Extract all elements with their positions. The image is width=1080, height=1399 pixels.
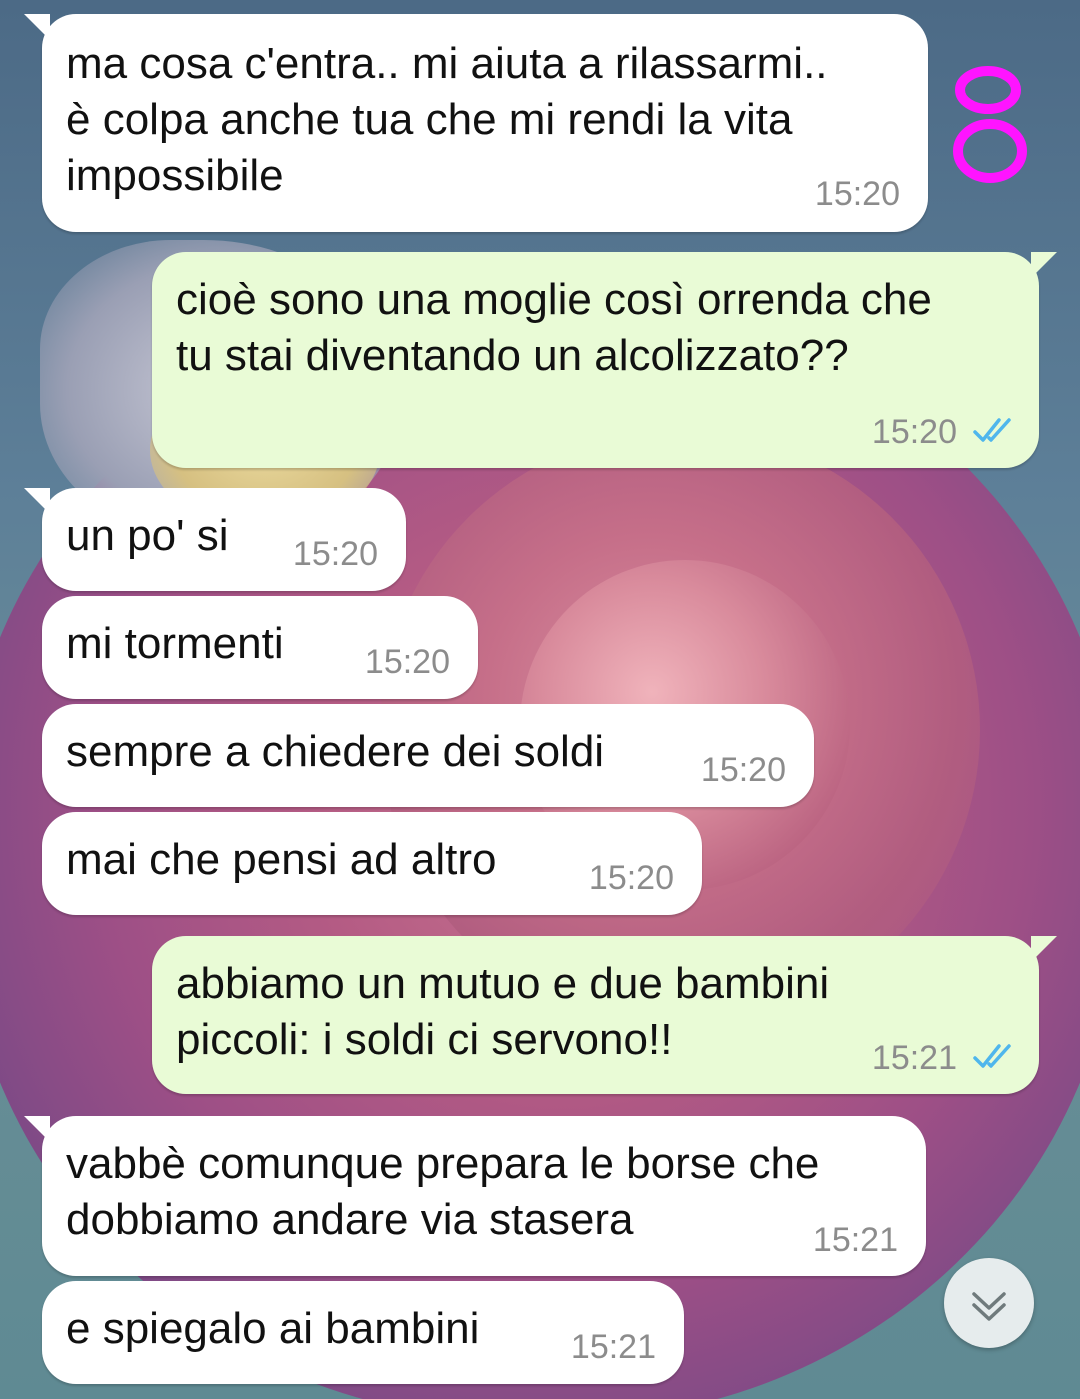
message-text: abbiamo un mutuo e due bambini piccoli: … [176,959,830,1064]
message-text: mai che pensi ad altro [66,835,497,884]
message-text: e spiegalo ai bambini [66,1304,480,1353]
message-bubble-incoming[interactable]: mi tormenti 15:20 [42,596,478,699]
message-time: 15:20 [871,413,957,451]
message-text: sempre a chiedere dei soldi [66,727,605,776]
double-chevron-down-icon [972,1292,1006,1321]
message-text: cioè sono una moglie così orrenda che tu… [176,275,932,380]
message-bubble-incoming[interactable]: un po' si 15:20 [24,488,406,591]
read-receipt-icon [973,1044,1011,1068]
message-text: ma cosa c'entra.. mi aiuta a rilassarmi.… [66,39,828,200]
message-bubble-outgoing[interactable]: cioè sono una moglie così orrenda che tu… [152,252,1057,468]
message-time: 15:21 [871,1039,957,1077]
message-time: 15:20 [292,535,378,573]
message-time: 15:21 [570,1328,656,1366]
scroll-to-bottom-button[interactable] [944,1258,1034,1348]
annotation-number-8 [953,66,1027,183]
message-bubble-incoming[interactable]: sempre a chiedere dei soldi 15:20 [42,704,814,807]
message-time: 15:20 [700,751,786,789]
message-text: mi tormenti [66,619,284,668]
message-bubble-incoming[interactable]: ma cosa c'entra.. mi aiuta a rilassarmi.… [24,14,928,232]
message-time: 15:20 [588,859,674,897]
message-bubble-outgoing[interactable]: abbiamo un mutuo e due bambini piccoli: … [152,936,1057,1094]
message-bubble-incoming[interactable]: e spiegalo ai bambini 15:21 [42,1281,684,1384]
message-time: 15:21 [812,1221,898,1259]
message-text: un po' si [66,511,229,560]
read-receipt-icon [973,418,1011,442]
message-bubble-incoming[interactable]: vabbè comunque prepara le borse che dobb… [24,1116,926,1276]
message-time: 15:20 [814,175,900,213]
message-bubble-incoming[interactable]: mai che pensi ad altro 15:20 [42,812,702,915]
message-time: 15:20 [364,643,450,681]
message-text: vabbè comunque prepara le borse che dobb… [66,1139,820,1244]
